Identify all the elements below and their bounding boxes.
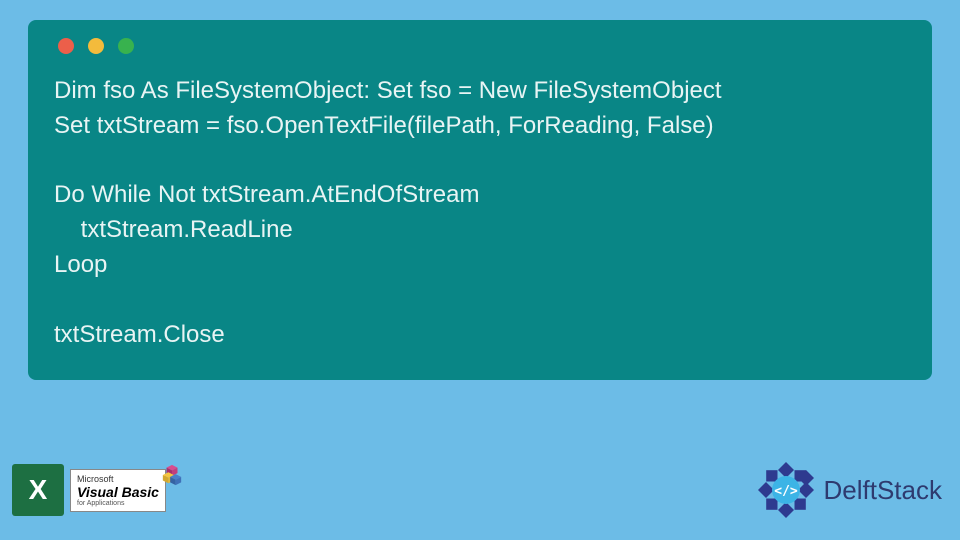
code-block: Dim fso As FileSystemObject: Set fso = N… <box>54 74 906 352</box>
vb-product-name: Visual Basic <box>77 484 159 500</box>
vb-company: Microsoft <box>77 474 159 484</box>
code-line: txtStream.ReadLine <box>54 216 293 243</box>
brand-logo-group: </> DelftStack <box>754 458 943 522</box>
left-logo-group: Microsoft Visual Basic for Applications <box>12 464 166 516</box>
svg-text:</>: </> <box>774 484 798 499</box>
footer: Microsoft Visual Basic for Applications <box>12 458 942 522</box>
window-controls <box>58 38 906 54</box>
code-window: Dim fso As FileSystemObject: Set fso = N… <box>28 20 932 380</box>
maximize-dot-icon <box>118 38 134 54</box>
minimize-dot-icon <box>88 38 104 54</box>
brand-name: DelftStack <box>824 475 943 506</box>
code-line: Do While Not txtStream.AtEndOfStream <box>54 181 479 208</box>
close-dot-icon <box>58 38 74 54</box>
visual-basic-logo: Microsoft Visual Basic for Applications <box>70 469 166 512</box>
code-line: txtStream.Close <box>54 321 225 348</box>
vb-cubes-icon <box>161 464 183 486</box>
code-line: Dim fso As FileSystemObject: Set fso = N… <box>54 77 722 104</box>
delftstack-icon: </> <box>754 458 818 522</box>
vb-subtitle: for Applications <box>77 500 159 507</box>
code-line: Set txtStream = fso.OpenTextFile(filePat… <box>54 112 714 139</box>
code-line: Loop <box>54 251 107 278</box>
excel-icon <box>12 464 64 516</box>
